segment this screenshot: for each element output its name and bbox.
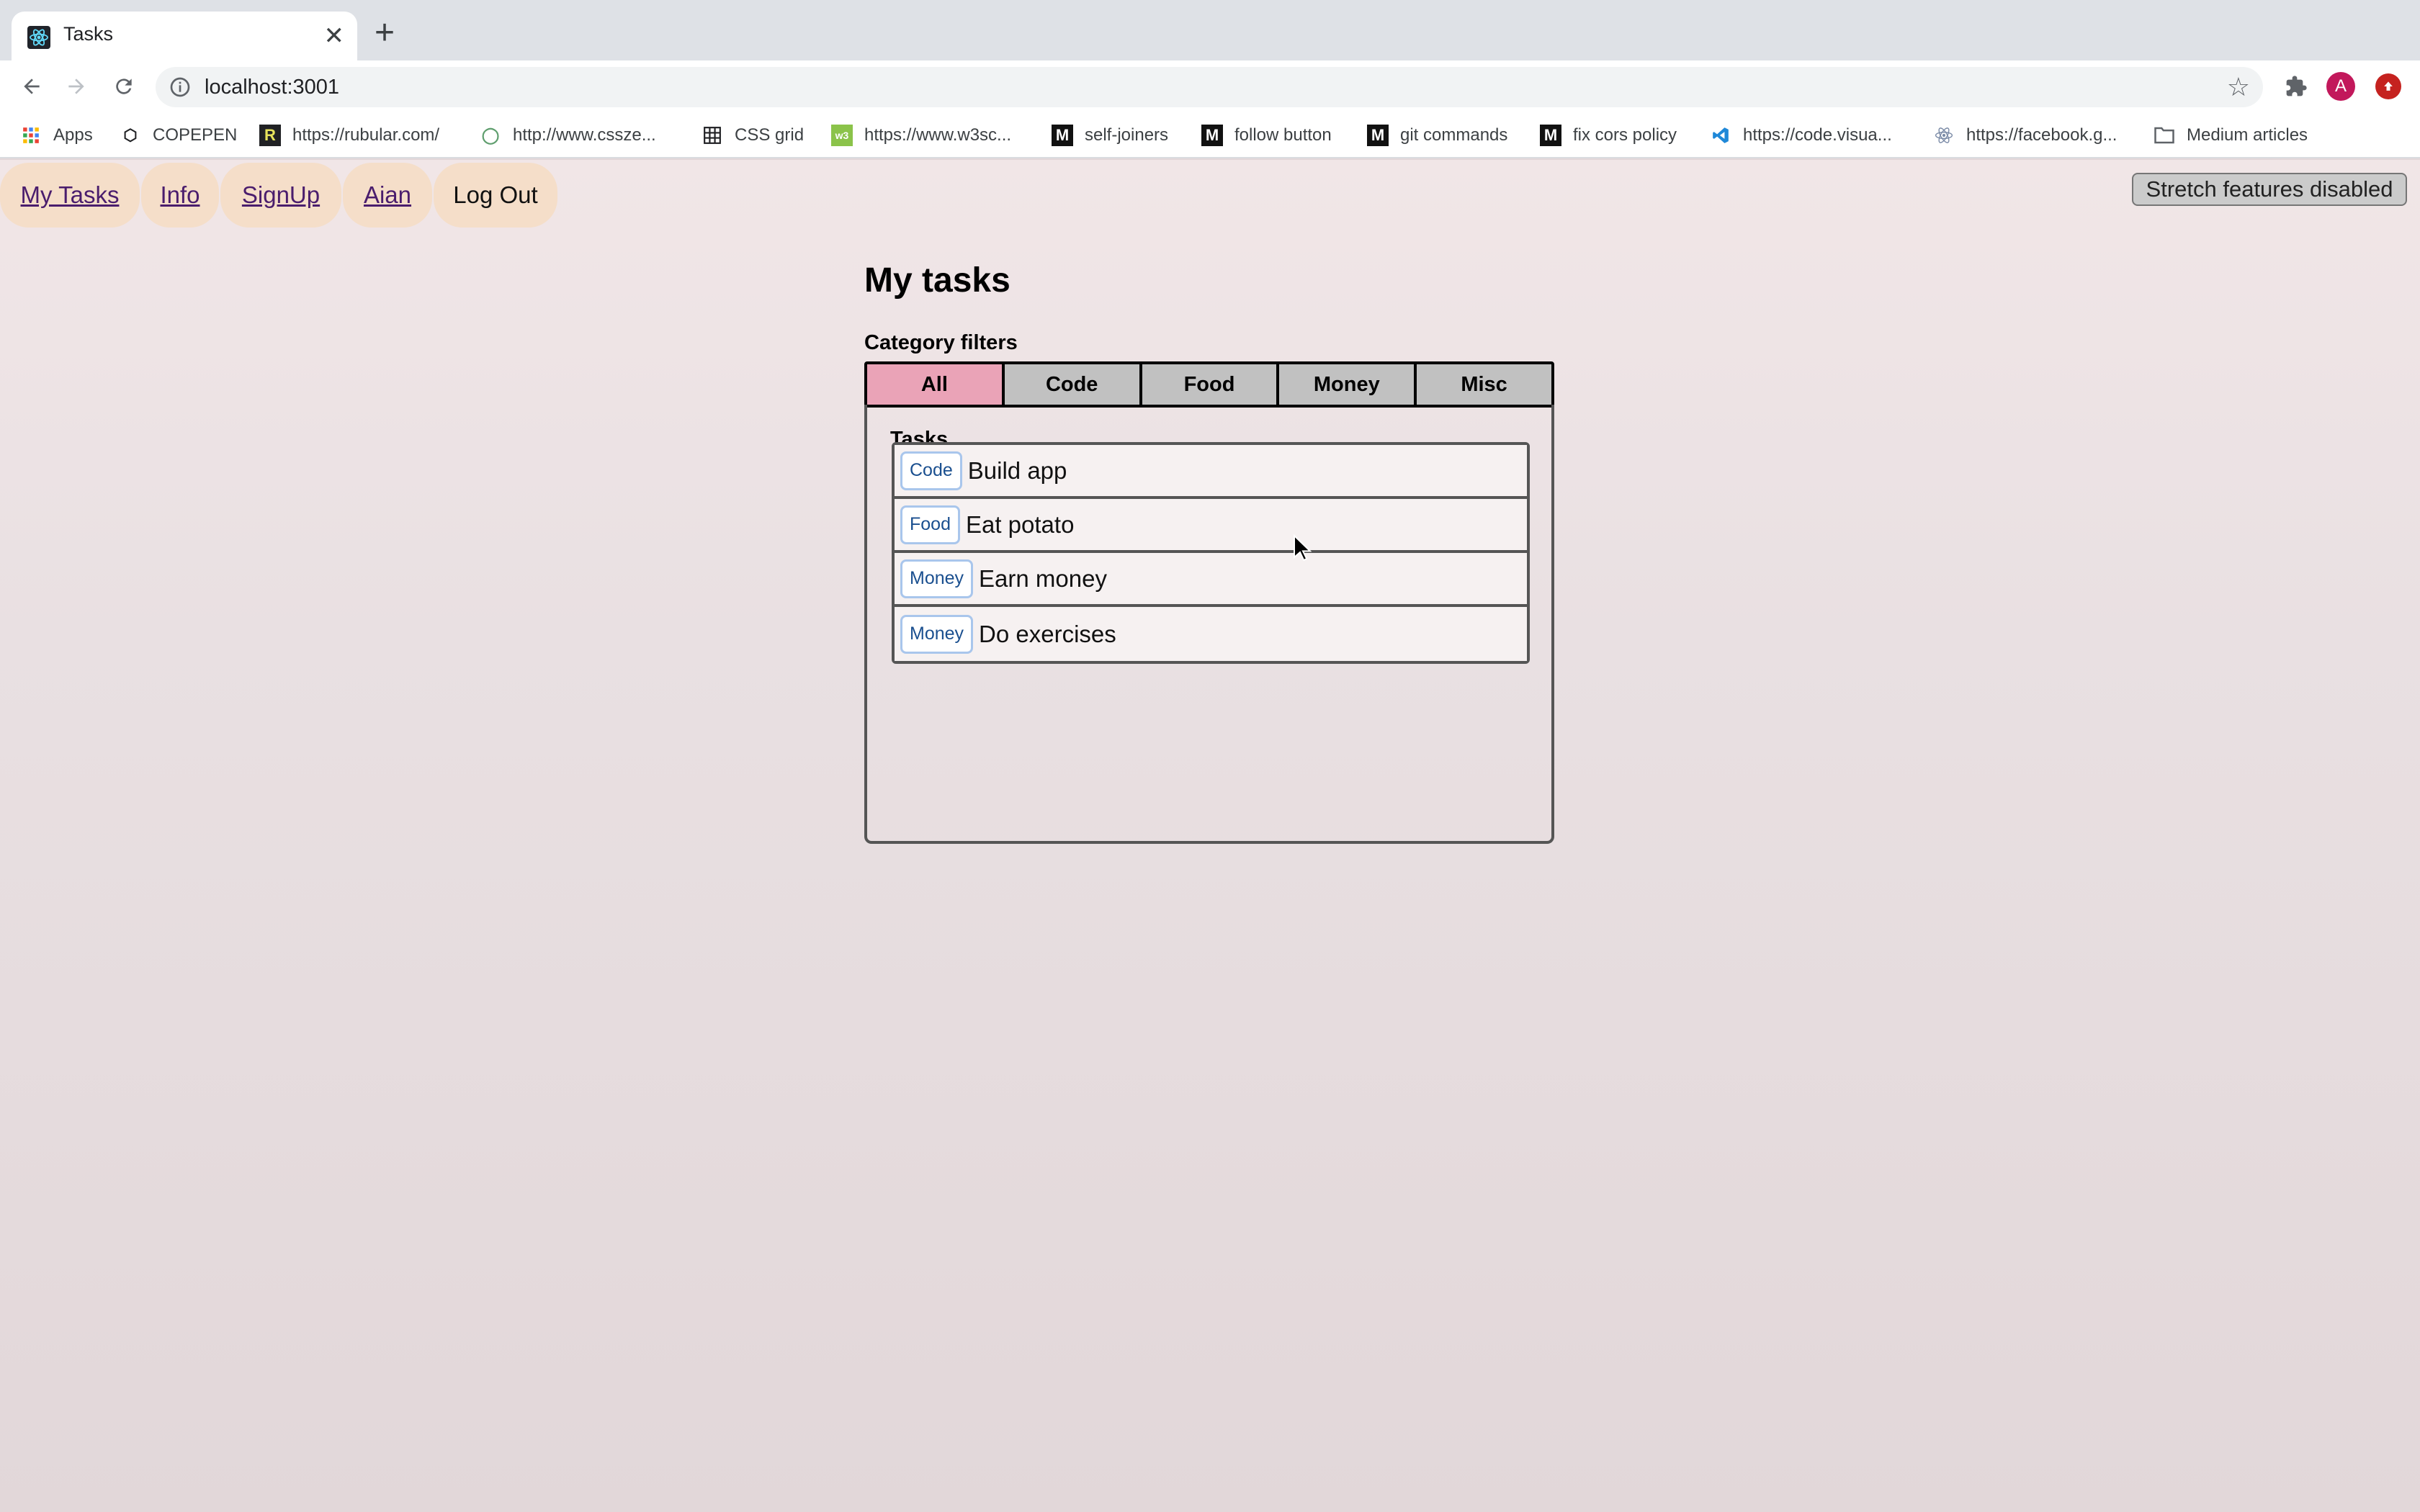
csszengarden-icon: ◯ [481, 126, 500, 144]
task-category-tag: Money [900, 614, 974, 654]
bookmark-item[interactable]: ◯ http://www.cssze... [480, 122, 656, 148]
task-row[interactable]: Money Do exercises [895, 607, 1527, 661]
app-navbar: My Tasks Info SignUp Aian Log Out [0, 163, 559, 228]
bookmarks-bar: Apps ⬡ COPEPEN R https://rubular.com/ ◯ … [0, 112, 2420, 158]
bookmark-label: https://facebook.g... [1966, 125, 2118, 145]
bookmark-label: fix cors policy [1573, 125, 1677, 145]
task-category-tag: Food [900, 505, 960, 544]
bookmark-label: https://code.visua... [1743, 125, 1892, 145]
medium-icon: M [1367, 125, 1389, 146]
page-title: My tasks [864, 261, 1010, 300]
bookmark-item[interactable]: R https://rubular.com/ [259, 122, 439, 148]
folder-icon [2154, 125, 2175, 146]
category-filters-label: Category filters [864, 331, 1018, 354]
task-text: Build app [967, 456, 1067, 484]
nav-logout-link[interactable]: Log Out [434, 163, 557, 228]
react-favicon-icon [27, 26, 50, 49]
task-list: Code Build app Food Eat potato Money Ear… [892, 442, 1530, 664]
grid-icon [702, 125, 723, 146]
filter-food-button[interactable]: Food [1142, 364, 1280, 405]
bookmark-label: git commands [1400, 125, 1508, 145]
bookmark-label: COPEPEN [153, 125, 238, 145]
browser-tab[interactable]: Tasks ✕ [12, 12, 357, 60]
bookmark-label: Apps [53, 125, 93, 145]
bookmark-item[interactable]: M self-joiners [1052, 122, 1168, 148]
task-text: Eat potato [965, 510, 1075, 538]
bookmark-label: https://www.w3sc... [864, 125, 1012, 145]
bookmark-item[interactable]: M follow button [1201, 122, 1332, 148]
codepen-icon: ⬡ [123, 126, 138, 144]
bookmark-item[interactable]: Apps [20, 122, 93, 148]
task-row[interactable]: Code Build app [895, 445, 1527, 499]
page-content: My Tasks Info SignUp Aian Log Out Stretc… [0, 160, 2420, 1512]
url-text[interactable]: localhost:3001 [205, 76, 339, 99]
vscode-icon [1710, 125, 1731, 146]
filter-misc-button[interactable]: Misc [1417, 364, 1551, 405]
browser-toolbar: localhost:3001 ☆ A [0, 60, 2420, 112]
bookmark-item[interactable]: https://code.visua... [1710, 122, 1892, 148]
bookmark-label: self-joiners [1085, 125, 1169, 145]
arrow-left-icon [24, 78, 40, 94]
puzzle-icon [2286, 76, 2307, 96]
task-text: Do exercises [979, 620, 1116, 647]
filter-code-button[interactable]: Code [1004, 364, 1142, 405]
task-category-tag: Code [900, 451, 962, 490]
bookmark-label: http://www.cssze... [513, 125, 656, 145]
task-row[interactable]: Food Eat potato [895, 499, 1527, 553]
bookmark-star-icon[interactable]: ☆ [2227, 73, 2250, 102]
address-bar[interactable]: localhost:3001 ☆ [156, 67, 2263, 107]
extensions-icon[interactable] [2280, 71, 2312, 102]
forward-button[interactable] [60, 71, 92, 102]
reload-button[interactable] [108, 71, 140, 102]
medium-icon: M [1201, 125, 1223, 146]
task-row[interactable]: Money Earn money [895, 553, 1527, 607]
category-filter-bar: All Code Food Money Misc [864, 361, 1554, 408]
profile-button[interactable]: A [2325, 71, 2357, 102]
stretch-features-button[interactable]: Stretch features disabled [2132, 173, 2407, 206]
close-tab-icon[interactable]: ✕ [324, 19, 345, 53]
tab-title: Tasks [63, 23, 114, 45]
update-arrow-icon [2375, 73, 2401, 99]
bookmark-item[interactable]: M git commands [1367, 122, 1507, 148]
medium-icon: M [1540, 125, 1561, 146]
back-button[interactable] [16, 71, 48, 102]
reload-icon [116, 78, 132, 94]
nav-signup-link[interactable]: SignUp [220, 163, 341, 228]
arrow-right-icon [68, 78, 84, 94]
bookmark-item[interactable]: w3 https://www.w3sc... [831, 122, 1011, 148]
medium-icon: M [1052, 125, 1073, 146]
new-tab-button[interactable]: + [375, 16, 395, 50]
bookmark-label: https://rubular.com/ [292, 125, 440, 145]
task-category-tag: Money [900, 559, 974, 598]
task-text: Earn money [979, 564, 1107, 592]
react-icon [1933, 125, 1955, 146]
bookmark-item[interactable]: M fix cors policy [1540, 122, 1677, 148]
mouse-cursor-icon [1294, 534, 1312, 562]
w3schools-icon: w3 [831, 125, 853, 146]
bookmark-label: CSS grid [735, 125, 805, 145]
bookmark-label: Medium articles [2187, 125, 2308, 145]
bookmark-item[interactable]: CSS grid [702, 122, 804, 148]
rubular-icon: R [259, 125, 281, 146]
filter-money-button[interactable]: Money [1279, 364, 1417, 405]
browser-tab-strip: Tasks ✕ + [0, 0, 2420, 60]
filter-all-button[interactable]: All [867, 364, 1005, 405]
nav-info-link[interactable]: Info [141, 163, 219, 228]
bookmark-item[interactable]: ⬡ COPEPEN [120, 122, 237, 148]
bookmark-folder[interactable]: Medium articles [2154, 122, 2308, 148]
avatar: A [2326, 72, 2355, 101]
nav-my-tasks-link[interactable]: My Tasks [0, 163, 140, 228]
nav-user-link[interactable]: Aian [343, 163, 432, 228]
apps-grid-icon [20, 125, 42, 146]
bookmark-item[interactable]: https://facebook.g... [1933, 122, 2117, 148]
tasks-panel: Tasks Code Build app Food Eat potato Mon… [864, 405, 1554, 844]
bookmark-label: follow button [1234, 125, 1332, 145]
info-icon[interactable] [169, 76, 192, 99]
update-button[interactable] [2372, 71, 2404, 102]
